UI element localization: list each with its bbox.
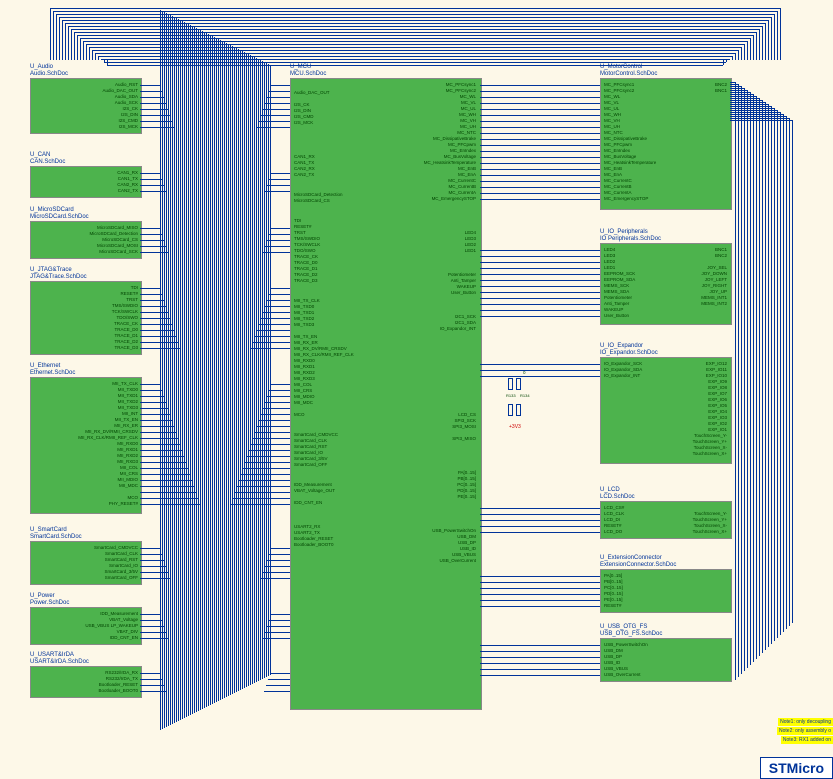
pin-label: PE[0..15]	[381, 494, 476, 500]
resistor-r134	[516, 378, 521, 390]
pin-label: TouchScreen_X+	[632, 451, 727, 457]
pin-label: SmartCard_OFF	[43, 575, 138, 581]
pin-label: SmartCard_OFF	[294, 462, 327, 468]
pin-label: MCO	[294, 412, 305, 418]
pin-label: CAN2_TX	[294, 172, 314, 178]
pin-label: Audio_DAC_OUT	[294, 90, 330, 96]
pin-label: MII_MDC	[43, 483, 138, 489]
resistor-nc	[508, 404, 513, 416]
pin-label: Bootloader_BOOT0	[43, 688, 138, 694]
pin-label: TRACE_D3	[43, 345, 138, 351]
u-ext-title: U_ExtensionConnectorExtensionConnector.S…	[600, 555, 676, 569]
note1: Note1: only decoupling	[778, 718, 833, 726]
pin-label: VBAT_Voltage_OUT	[294, 488, 335, 494]
u-usart-title: U_USART&IrDAUSART&IrDA.SchDoc	[30, 652, 89, 666]
r1-label: R133	[506, 393, 516, 399]
pin-label: User_Button	[381, 290, 476, 296]
pin-label: Bootloader_BOOT0	[294, 542, 334, 548]
u-smartcard-title: U_SmartCardSmartCard.SchDoc	[30, 527, 82, 541]
u-mcu-title: U_MCUMCU.SchDoc	[290, 64, 326, 78]
pin-label: MicroSDCard_CS	[294, 198, 330, 204]
footer-logo: STMicro	[760, 757, 833, 779]
pin-label: MicroSDCard_SCK	[43, 249, 138, 255]
pin-label: MC_EmergencySTOP	[604, 196, 648, 202]
pin-label: CAN2_TX	[43, 188, 138, 194]
power-label: +3V3	[509, 424, 521, 430]
u-ioexp-title: U_IO_ExpandorIO_Expandor.SchDoc	[600, 343, 658, 357]
r2-label: R134	[520, 393, 530, 399]
u-usb-title: U_USB_OTG_FSUSB_OTG_FS.SchDoc	[600, 624, 662, 638]
pin-label: LCD_DO	[604, 529, 622, 535]
u-jtag-title: U_JTAG&TraceJTAG&Trace.SchDoc	[30, 267, 87, 281]
pin-label: SPI3_MISO	[381, 436, 476, 442]
u-audio-title: U_AudioAudio.SchDoc	[30, 64, 68, 78]
u-sdcard-title: U_MicroSDCardMicroSDCard.SchDoc	[30, 207, 89, 221]
pin-label: RESET#	[604, 603, 622, 609]
pin-label: I2S_MCK	[43, 124, 138, 130]
pin-label: TouchScreen_X+	[632, 529, 727, 535]
r-label: 0	[523, 370, 526, 376]
pin-label: MII_TXD3	[294, 322, 314, 328]
pin-label: USB_OverCurrent	[381, 558, 476, 564]
pin-label: TRACE_D3	[294, 278, 318, 284]
resistor-r133	[508, 378, 513, 390]
pin-label: IDD_CNT_EN	[294, 500, 322, 506]
u-lcd-title: U_LCDLCD.SchDoc	[600, 487, 635, 501]
pin-label: I2S_MCK	[294, 120, 313, 126]
u-power-title: U_PowerPower.SchDoc	[30, 593, 69, 607]
pin-label: USB_OverCurrent	[604, 672, 641, 678]
pin-label: PHY_RESET#	[43, 501, 138, 507]
pin-label: BNC1	[632, 88, 727, 94]
pin-label: BNC2	[632, 253, 727, 259]
u-eth-title: U_EthernetEthernet.SchDoc	[30, 363, 75, 377]
pin-label: MEMS_INT2	[632, 301, 727, 307]
note2: Note2: only assembly o	[777, 727, 833, 735]
pin-label: MII_MDC	[294, 400, 313, 406]
note3: Note3: RX1 added on	[781, 736, 833, 744]
pin-label: MC_EmergencySTOP	[381, 196, 476, 202]
u-can-title: U_CANCAN.SchDoc	[30, 152, 65, 166]
pin-label: LED1	[381, 248, 476, 254]
u-ioper-title: U_IO_PeripheralsIO Peripherals.SchDoc	[600, 229, 661, 243]
u-motor-title: U_MotorControlMotorControl.SchDoc	[600, 64, 657, 78]
pin-label: IO_Expandor_INT	[381, 326, 476, 332]
pin-label: IDD_CNT_EN	[43, 635, 138, 641]
resistor-mic	[516, 404, 521, 416]
pin-label: SPI3_MOSI	[381, 424, 476, 430]
pin-label: User_Button	[604, 313, 629, 319]
